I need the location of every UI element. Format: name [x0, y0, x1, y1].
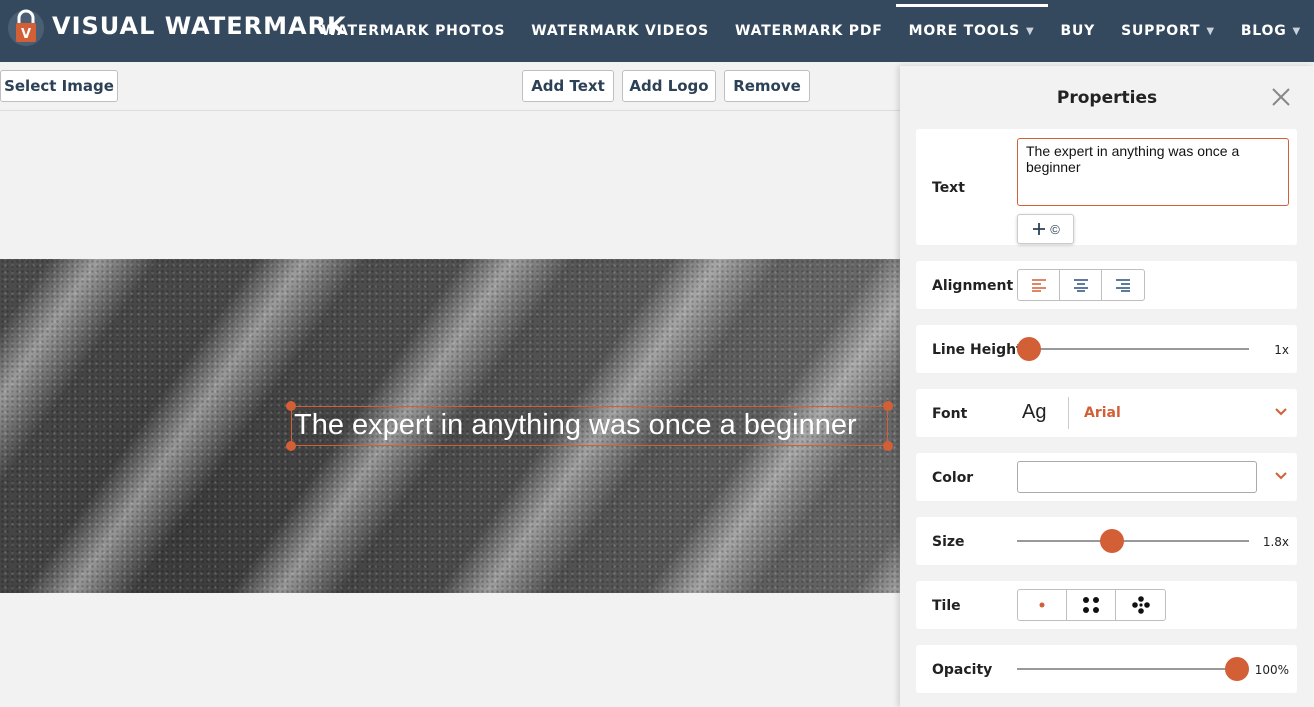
caret-down-icon: ▼: [1292, 25, 1301, 37]
alignment-label: Alignment: [932, 278, 1014, 294]
size-slider-thumb[interactable]: [1100, 529, 1125, 553]
text-row: Text ©: [916, 129, 1297, 245]
opacity-row: Opacity 100%: [916, 645, 1297, 693]
select-image-button[interactable]: Select Image: [0, 70, 118, 102]
tile-row: Tile: [916, 581, 1297, 629]
nav-watermark-pdf[interactable]: WATERMARK PDF: [722, 0, 896, 62]
nav-watermark-photos[interactable]: WATERMARK PHOTOS: [308, 0, 518, 62]
properties-panel: Properties Text © Alignment Line Height: [900, 66, 1314, 707]
copyright-icon: ©: [1050, 221, 1060, 237]
nav-blog[interactable]: BLOG ▼: [1228, 0, 1314, 62]
line-height-label: Line Height: [932, 342, 1023, 358]
line-height-slider-track[interactable]: [1017, 348, 1249, 350]
watermark-text: The expert in anything was once a beginn…: [294, 409, 857, 441]
caret-down-icon: ▼: [1206, 25, 1215, 37]
size-slider-track[interactable]: [1017, 540, 1249, 542]
watermark-text-box[interactable]: The expert in anything was once a beginn…: [291, 406, 888, 446]
editor-toolbar: Select Image Add Text Add Logo Remove: [0, 62, 900, 111]
tile-single-icon[interactable]: [1018, 590, 1067, 620]
font-divider: [1068, 397, 1069, 429]
add-logo-button[interactable]: Add Logo: [622, 70, 716, 102]
chevron-down-icon[interactable]: [1274, 471, 1288, 481]
font-preview: Ag: [1022, 401, 1047, 423]
text-label: Text: [932, 180, 965, 196]
resize-handle-bottom-left[interactable]: [286, 441, 296, 451]
add-copyright-button[interactable]: ©: [1017, 214, 1074, 244]
add-text-button[interactable]: Add Text: [522, 70, 614, 102]
align-right-icon[interactable]: [1102, 270, 1144, 300]
font-row: Font Ag Arial: [916, 389, 1297, 437]
caret-down-icon: ▼: [1026, 25, 1035, 37]
opacity-slider-track[interactable]: [1017, 668, 1237, 670]
size-row: Size 1.8x: [916, 517, 1297, 565]
size-label: Size: [932, 534, 965, 550]
alignment-row: Alignment: [916, 261, 1297, 309]
panel-title: Properties: [1056, 88, 1158, 108]
line-height-value: 1x: [1274, 343, 1289, 357]
watermark-text-input[interactable]: [1017, 138, 1289, 206]
top-header: V VISUAL WATERMARK WATERMARK PHOTOS WATE…: [0, 0, 1314, 62]
line-height-slider-thumb[interactable]: [1017, 337, 1041, 361]
resize-handle-bottom-right[interactable]: [883, 441, 893, 451]
remove-button[interactable]: Remove: [724, 70, 810, 102]
opacity-label: Opacity: [932, 662, 993, 678]
opacity-slider-thumb[interactable]: [1225, 657, 1249, 681]
padlock-icon: V: [8, 6, 44, 46]
plus-icon: [1033, 223, 1046, 235]
nav-support[interactable]: SUPPORT ▼: [1108, 0, 1228, 62]
opacity-value: 100%: [1254, 663, 1289, 677]
tile-label: Tile: [932, 598, 961, 614]
color-picker-field[interactable]: [1017, 461, 1257, 493]
resize-handle-top-right[interactable]: [883, 401, 893, 411]
tile-diamond-icon[interactable]: [1116, 590, 1165, 620]
brand-logo[interactable]: V VISUAL WATERMARK: [8, 6, 347, 46]
brand-name: VISUAL WATERMARK: [52, 12, 347, 40]
font-name[interactable]: Arial: [1084, 405, 1121, 421]
tile-group: [1017, 589, 1166, 621]
color-label: Color: [932, 470, 974, 486]
nav-more-tools[interactable]: MORE TOOLS ▼: [895, 0, 1048, 62]
font-label: Font: [932, 406, 968, 422]
svg-text:V: V: [21, 27, 31, 42]
color-row: Color: [916, 453, 1297, 501]
line-height-row: Line Height 1x: [916, 325, 1297, 373]
align-center-icon[interactable]: [1060, 270, 1102, 300]
tile-grid-icon[interactable]: [1067, 590, 1116, 620]
size-value: 1.8x: [1262, 535, 1289, 549]
image-canvas[interactable]: The expert in anything was once a beginn…: [0, 259, 900, 593]
chevron-down-icon[interactable]: [1274, 407, 1288, 417]
main-nav: WATERMARK PHOTOS WATERMARK VIDEOS WATERM…: [308, 0, 1314, 62]
close-icon[interactable]: [1270, 86, 1292, 108]
align-left-icon[interactable]: [1018, 270, 1060, 300]
alignment-group: [1017, 269, 1145, 301]
nav-watermark-videos[interactable]: WATERMARK VIDEOS: [518, 0, 722, 62]
nav-buy[interactable]: BUY: [1048, 0, 1109, 62]
resize-handle-top-left[interactable]: [286, 401, 296, 411]
